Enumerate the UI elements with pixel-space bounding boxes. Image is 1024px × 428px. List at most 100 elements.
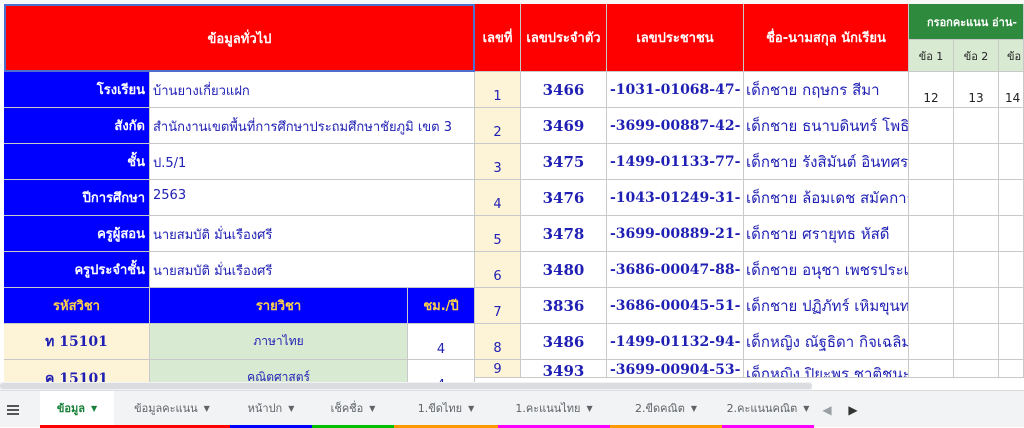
general-label[interactable]: ครูประจำชั้น <box>4 252 150 288</box>
score-cell[interactable]: 14 <box>999 72 1024 108</box>
sheet-tab[interactable]: ข้อมูล ▼ <box>40 391 114 428</box>
citizen-id[interactable]: -1499-01132-94- <box>607 324 744 360</box>
general-label[interactable]: ชั้น <box>4 144 150 180</box>
score-cell[interactable] <box>999 288 1024 324</box>
student-id[interactable]: 3486 <box>521 324 607 360</box>
sheet-tab[interactable]: 2.คะแนนคณิต ▼ <box>722 391 814 428</box>
general-value[interactable]: 2563 <box>150 180 475 216</box>
general-label[interactable]: สังกัด <box>4 108 150 144</box>
chevron-left-icon[interactable]: ◀ <box>818 391 836 428</box>
student-name[interactable]: เด็กชาย ปฏิภัทร์ เหิมขุนทด <box>744 288 909 324</box>
general-value[interactable]: นายสมบัติ มั่นเรืองศรี <box>150 252 475 288</box>
student-id[interactable]: 3478 <box>521 216 607 252</box>
citizen-id[interactable]: -1043-01249-31- <box>607 180 744 216</box>
score-cell[interactable] <box>954 108 999 144</box>
student-id[interactable]: 3466 <box>521 72 607 108</box>
sheet-tab[interactable]: ข้อมูลคะแนน ▼ <box>114 391 230 428</box>
citizen-id[interactable]: -3686-00047-88- <box>607 252 744 288</box>
score-cell[interactable] <box>954 144 999 180</box>
general-value[interactable]: ป.5/1 <box>150 144 475 180</box>
citizen-id[interactable]: -3699-00889-21- <box>607 216 744 252</box>
student-name[interactable]: เด็กหญิง ณัฐธิดา กิจเฉลิม <box>744 324 909 360</box>
header-student-id[interactable]: เลขประจำตัว <box>521 4 607 72</box>
score-cell[interactable] <box>909 180 954 216</box>
scrollbar-thumb[interactable] <box>0 383 812 389</box>
citizen-id[interactable]: -1031-01068-47- <box>607 72 744 108</box>
student-id[interactable]: 3475 <box>521 144 607 180</box>
score-cell[interactable] <box>999 216 1024 252</box>
score-group-header[interactable]: กรอกคะแนน อ่าน- <box>909 4 1024 40</box>
score-col-1-header[interactable]: ข้อ 1 <box>909 40 954 72</box>
chevron-down-icon[interactable]: ▼ <box>91 404 97 413</box>
student-id[interactable]: 3476 <box>521 180 607 216</box>
score-cell[interactable] <box>909 360 954 378</box>
chevron-down-icon[interactable]: ▼ <box>204 404 210 413</box>
header-citizen-id[interactable]: เลขประชาชน <box>607 4 744 72</box>
citizen-id[interactable]: -1499-01133-77- <box>607 144 744 180</box>
score-cell[interactable] <box>909 216 954 252</box>
student-no[interactable]: 6 <box>475 252 521 288</box>
student-name[interactable]: เด็กชาย ล้อมเดช สมัคการ <box>744 180 909 216</box>
chevron-down-icon[interactable]: ▼ <box>369 404 375 413</box>
student-name[interactable]: เด็กชาย ธนาบดินทร์ โพธิ <box>744 108 909 144</box>
chevron-down-icon[interactable]: ▼ <box>691 404 697 413</box>
student-name[interactable]: เด็กชาย อนุชา เพชรประเสริฐ <box>744 252 909 288</box>
score-cell[interactable] <box>909 288 954 324</box>
sheet-tab[interactable]: เช็คชื่อ ▼ <box>312 391 394 428</box>
citizen-id[interactable]: -3686-00045-51- <box>607 288 744 324</box>
chevron-down-icon[interactable]: ▼ <box>803 404 809 413</box>
score-cell[interactable]: 13 <box>954 72 999 108</box>
general-value[interactable]: นายสมบัติ มั่นเรืองศรี <box>150 216 475 252</box>
student-no[interactable]: 2 <box>475 108 521 144</box>
header-student-name[interactable]: ชื่อ-นามสกุล นักเรียน <box>744 4 909 72</box>
subject-code[interactable]: ท 15101 <box>4 324 150 360</box>
score-cell[interactable] <box>954 360 999 378</box>
student-no[interactable]: 1 <box>475 72 521 108</box>
general-value[interactable]: สำนักงานเขตพื้นที่การศึกษาประถมศึกษาชัยภ… <box>150 108 475 144</box>
general-label[interactable]: ปีการศึกษา <box>4 180 150 216</box>
score-cell[interactable] <box>999 108 1024 144</box>
chevron-down-icon[interactable]: ▼ <box>586 404 592 413</box>
subject-hours[interactable]: 4 <box>408 324 475 360</box>
score-cell[interactable] <box>954 288 999 324</box>
student-id[interactable]: 3480 <box>521 252 607 288</box>
student-id[interactable]: 3469 <box>521 108 607 144</box>
score-cell[interactable] <box>954 216 999 252</box>
subject-name-header[interactable]: รายวิชา <box>150 288 408 324</box>
score-col-3-header[interactable]: ข้อ <box>999 40 1024 72</box>
student-id[interactable]: 3836 <box>521 288 607 324</box>
student-no[interactable]: 9 <box>475 360 521 378</box>
chevron-down-icon[interactable]: ▼ <box>288 404 294 413</box>
sheet-tab[interactable]: 1.คะแนนไทย ▼ <box>498 391 610 428</box>
menu-icon[interactable] <box>0 391 26 428</box>
score-cell[interactable] <box>954 252 999 288</box>
student-no[interactable]: 4 <box>475 180 521 216</box>
score-cell[interactable] <box>999 252 1024 288</box>
student-name[interactable]: เด็กชาย รังสิมันต์ อินทศร <box>744 144 909 180</box>
subject-name[interactable]: ภาษาไทย <box>150 324 408 360</box>
sheet-tab[interactable]: 2.ขีดคณิต ▼ <box>610 391 722 428</box>
general-info-header[interactable]: ข้อมูลทั่วไป <box>4 4 475 72</box>
general-label[interactable]: โรงเรียน <box>4 72 150 108</box>
subject-hours-header[interactable]: ชม./ปี <box>408 288 475 324</box>
student-no[interactable]: 8 <box>475 324 521 360</box>
subject-code-header[interactable]: รหัสวิชา <box>4 288 150 324</box>
student-name[interactable]: เด็กชาย ศรายุทธ หัสดี <box>744 216 909 252</box>
score-cell[interactable] <box>909 108 954 144</box>
general-value[interactable]: บ้านยางเกี่ยวแฝก <box>150 72 475 108</box>
student-no[interactable]: 7 <box>475 288 521 324</box>
score-col-2-header[interactable]: ข้อ 2 <box>954 40 999 72</box>
general-label[interactable]: ครูผู้สอน <box>4 216 150 252</box>
chevron-down-icon[interactable]: ▼ <box>468 404 474 413</box>
chevron-right-icon[interactable]: ▶ <box>844 391 862 428</box>
student-name[interactable]: เด็กชาย กฤษกร สีมา <box>744 72 909 108</box>
student-no[interactable]: 5 <box>475 216 521 252</box>
score-cell[interactable] <box>999 360 1024 378</box>
score-cell[interactable] <box>999 144 1024 180</box>
student-id[interactable]: 3493 <box>521 360 607 378</box>
score-cell[interactable] <box>999 180 1024 216</box>
score-cell[interactable]: 12 <box>909 72 954 108</box>
citizen-id[interactable]: -3699-00887-42- <box>607 108 744 144</box>
score-cell[interactable] <box>954 324 999 360</box>
score-cell[interactable] <box>909 252 954 288</box>
